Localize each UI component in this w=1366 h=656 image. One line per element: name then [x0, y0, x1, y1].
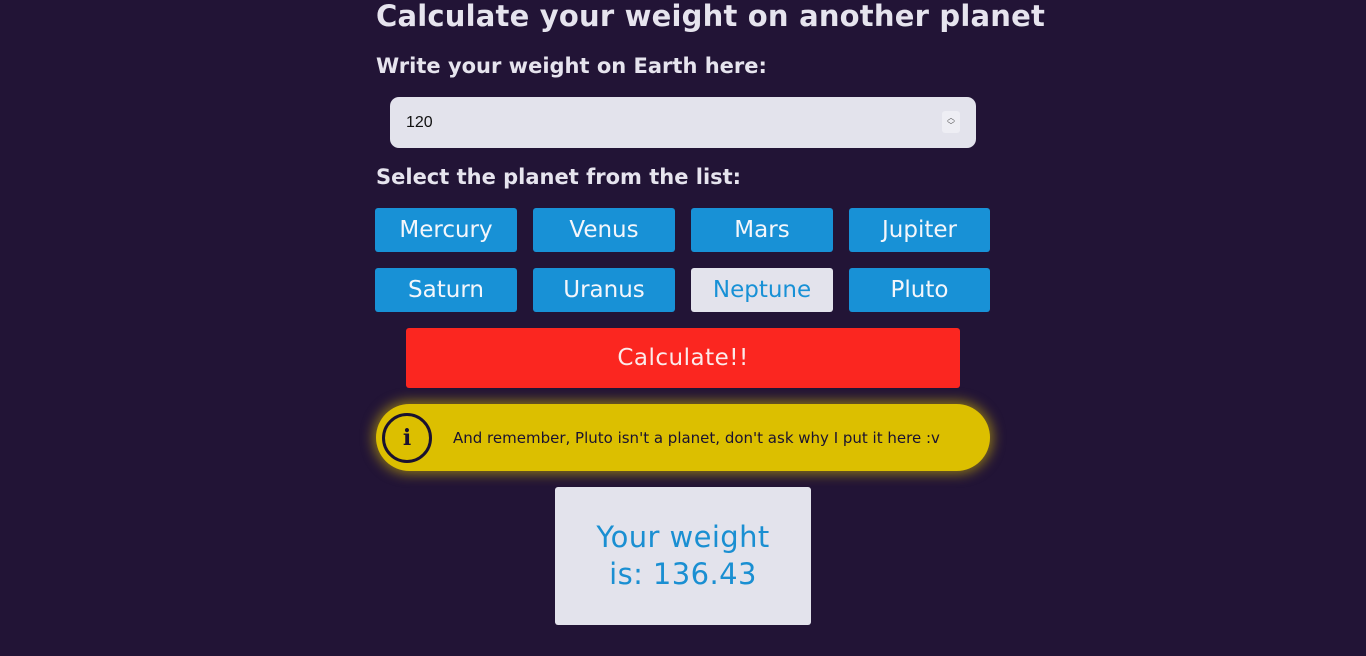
weight-input[interactable]: 120 ︿ ﹀ — [390, 97, 976, 148]
app-container: Calculate your weight on another planet … — [0, 0, 1366, 656]
planet-button-mars[interactable]: Mars — [691, 208, 833, 252]
number-spinner[interactable]: ︿ ﹀ — [942, 111, 960, 133]
spinner-down-icon[interactable]: ﹀ — [947, 122, 955, 130]
weight-label: Write your weight on Earth here: — [376, 54, 767, 78]
notice-text: And remember, Pluto isn't a planet, don'… — [453, 428, 940, 447]
calculate-button[interactable]: Calculate!! — [406, 328, 960, 388]
planet-button-venus[interactable]: Venus — [533, 208, 675, 252]
result-text: Your weight is: 136.43 — [596, 520, 770, 591]
page-title: Calculate your weight on another planet — [376, 0, 1046, 33]
planet-button-neptune[interactable]: Neptune — [691, 268, 833, 312]
planet-button-jupiter[interactable]: Jupiter — [849, 208, 990, 252]
planet-button-uranus[interactable]: Uranus — [533, 268, 675, 312]
weight-input-value: 120 — [406, 113, 433, 131]
planet-label: Select the planet from the list: — [376, 165, 742, 189]
info-icon: i — [382, 412, 432, 463]
result-box: Your weight is: 136.43 — [555, 487, 811, 625]
planet-button-mercury[interactable]: Mercury — [375, 208, 517, 252]
planet-button-pluto[interactable]: Pluto — [849, 268, 990, 312]
info-notice: i And remember, Pluto isn't a planet, do… — [376, 404, 990, 471]
planet-button-saturn[interactable]: Saturn — [375, 268, 517, 312]
